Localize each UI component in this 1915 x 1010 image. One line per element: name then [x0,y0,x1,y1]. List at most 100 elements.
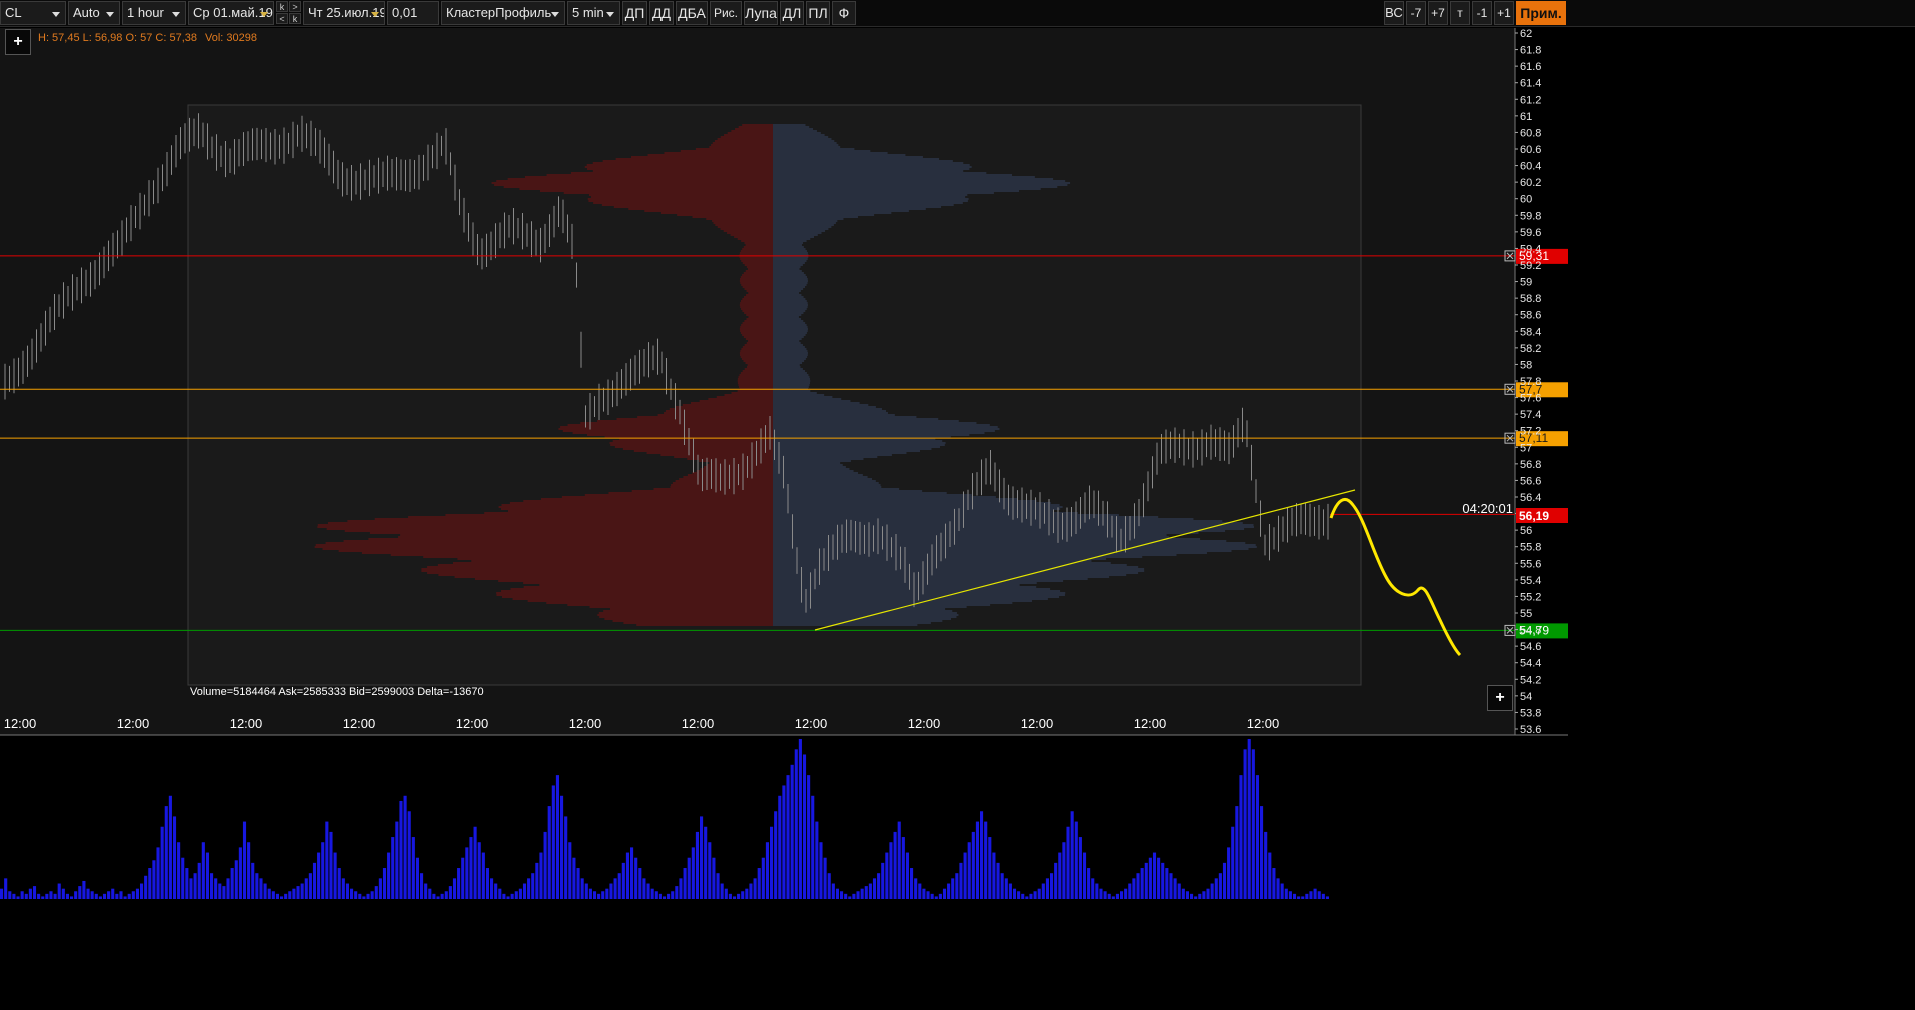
profile-bid-bar [738,376,773,378]
volume-bar [1243,749,1247,899]
volume-bar [234,860,238,899]
profile-bid-bar [427,572,773,574]
stepper-k-top[interactable]: k [276,1,288,12]
timeframe-select[interactable]: 1 hour [122,1,186,25]
profile-bid-bar [742,346,773,348]
profile-bid-bar [437,564,773,566]
volume-bar [584,883,588,899]
profile-ask-bar [773,138,832,140]
profile-ask-bar [773,250,807,252]
date-from-picker[interactable]: Ср 01.май.19 [188,1,274,25]
volume-readout: Vol: 30298 [205,32,257,44]
time-tick-label: 12:00 [1134,716,1167,731]
profile-ask-bar [773,432,985,434]
profile-bid-bar [501,504,773,506]
profile-bid-bar [314,546,773,548]
dd-button[interactable]: ДД [649,1,674,25]
volume-bar [123,896,127,899]
profile-bid-bar [519,188,773,190]
volume-bar [955,873,959,899]
t-button[interactable]: т [1450,1,1470,25]
profile-bid-bar [739,352,773,354]
volume-bar [255,873,259,899]
profile-ask-bar [773,292,800,294]
price-tick-label: 55 [1520,608,1532,620]
volume-bar [757,868,761,899]
profile-bid-bar [741,358,773,360]
volume-bar [881,862,885,899]
profile-ask-bar [773,140,835,142]
profile-bid-bar [374,518,773,520]
profile-ask-bar [773,428,1000,430]
price-tick-label: 57.6 [1520,393,1541,405]
add-indicator-button[interactable]: + [5,29,31,55]
dba-button[interactable]: ДБА [676,1,708,25]
profile-bid-bar [706,464,773,466]
profile-ask-bar [773,266,801,268]
dl-button[interactable]: ДЛ [780,1,804,25]
magnifier-button[interactable]: Лупа [744,1,778,25]
volume-bar [860,888,864,899]
profile-ask-bar [773,482,879,484]
volume-bar [609,883,613,899]
stepper-k-bottom[interactable]: k [289,13,301,24]
dp-button[interactable]: ДП [622,1,647,25]
price-tick-label: 56 [1520,525,1532,537]
f-button[interactable]: Ф [832,1,856,25]
profile-bid-bar [527,600,773,602]
volume-bar [691,847,695,899]
profile-bid-bar [748,316,773,318]
profile-ask-bar [773,364,800,366]
profile-ask-bar [773,382,811,384]
minus7-button[interactable]: -7 [1406,1,1426,25]
chart-area[interactable]: 59,31 57,7 57,11 54,79 62 61.8 61.6 61.4 61.2 61… [0,28,1915,900]
profile-ask-bar [773,202,963,204]
pl-button[interactable]: ПЛ [806,1,830,25]
chart-type-select[interactable]: КластерПрофиль [441,1,565,25]
volume-bar [852,893,856,899]
volume-bar [1194,896,1198,899]
add-panel-button[interactable]: + [1487,685,1513,711]
profile-bid-bar [628,208,773,210]
price-tick-label: 59 [1520,277,1532,289]
profile-bid-bar [744,320,773,322]
cluster-period-select[interactable]: 5 min [567,1,620,25]
profile-bid-bar [743,246,773,248]
stepper-prev[interactable]: < [276,13,288,24]
profile-bid-bar [616,418,773,420]
apply-button[interactable]: Прим. [1516,1,1566,25]
profile-ask-bar [773,174,1013,176]
vs-button[interactable]: ВС [1384,1,1404,25]
profile-ask-bar [773,136,829,138]
plus1-button[interactable]: +1 [1494,1,1514,25]
volume-bar [947,883,951,899]
volume-bar [597,893,601,899]
scale-mode-select[interactable]: Auto [68,1,120,25]
price-chart[interactable]: 59,3157,757,1154,79 6261.861.661.461.261… [0,28,1915,900]
profile-ask-bar [773,510,1053,512]
volume-bar [942,888,947,899]
volume-bar [716,873,720,899]
profile-bid-bar [712,220,773,222]
profile-ask-bar [773,328,808,330]
profile-ask-bar [773,312,804,314]
profile-ask-bar [773,576,1110,578]
tick-size-input[interactable]: 0,01 [387,1,439,25]
volume-bar [642,878,646,899]
plus7-button[interactable]: +7 [1428,1,1448,25]
profile-bid-bar [724,394,773,396]
price-tick-label: 59.2 [1520,260,1541,272]
volume-bar [1301,896,1305,899]
volume-bar [798,739,802,899]
volume-bar [1115,893,1119,899]
stepper-next[interactable]: > [289,1,301,12]
profile-bid-bar [677,214,773,216]
symbol-select[interactable]: CL [0,1,66,25]
minus1-button[interactable]: -1 [1472,1,1492,25]
date-to-picker[interactable]: Чт 25.июл.19 [303,1,385,25]
profile-ask-bar [773,164,970,166]
drawing-button[interactable]: Рис. [710,1,742,25]
profile-ask-bar [773,552,1207,554]
profile-ask-bar [773,548,1249,550]
profile-bid-bar [730,234,773,236]
